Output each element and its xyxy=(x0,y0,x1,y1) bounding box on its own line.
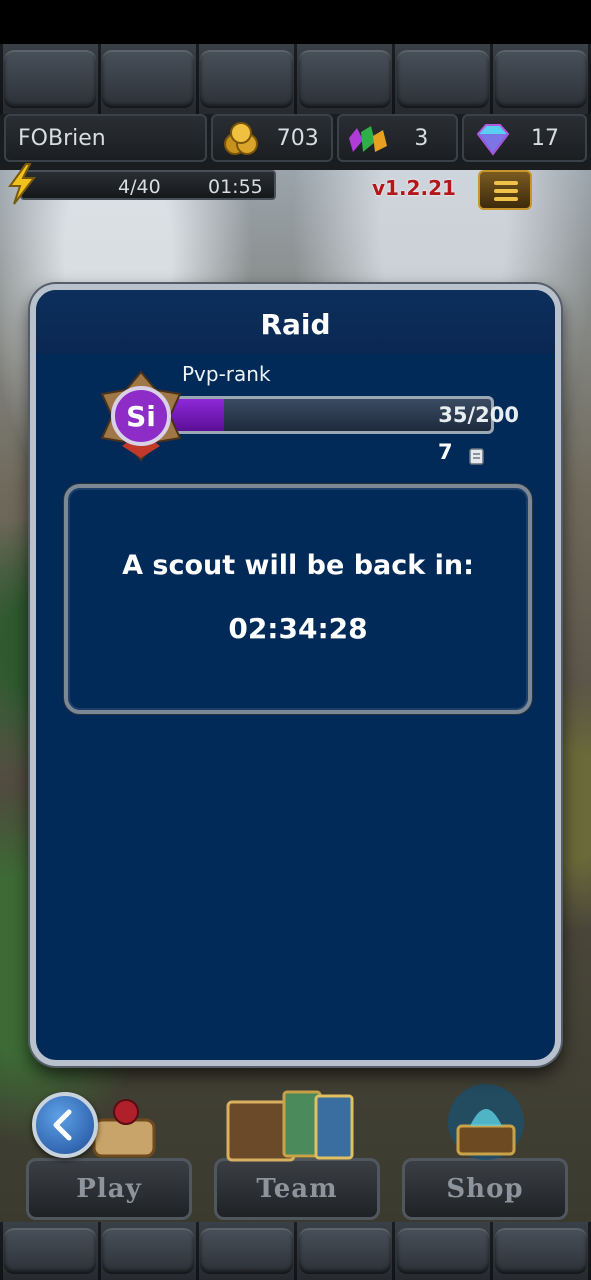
gems-counter[interactable]: 3 xyxy=(336,114,459,162)
scout-status-panel: A scout will be back in: 02:34:28 xyxy=(64,484,532,714)
diamond-icon xyxy=(477,124,510,156)
stone-wall-top xyxy=(0,44,591,114)
chevron-left-icon xyxy=(53,1109,72,1141)
raid-tickets-count: 7 xyxy=(438,440,453,464)
cards-icon xyxy=(226,1090,354,1162)
rank-badge-icon: Si xyxy=(100,370,182,462)
diamonds-amount: 17 xyxy=(531,125,560,151)
player-name[interactable]: FOBrien xyxy=(4,114,208,162)
nav-team-button[interactable]: Team xyxy=(214,1158,380,1220)
gems-icon xyxy=(348,126,387,152)
energy-timer: 01:55 xyxy=(208,176,263,198)
version-label: v1.2.21 xyxy=(372,176,456,200)
top-hud: FOBrien 703 3 17 xyxy=(4,114,588,164)
scout-countdown-timer: 02:34:28 xyxy=(228,612,368,645)
lightning-bolt-icon xyxy=(8,163,37,205)
pvp-rank-label: Pvp-rank xyxy=(182,362,271,386)
gold-coins-icon xyxy=(224,122,259,155)
stone-wall-bottom xyxy=(0,1222,591,1280)
status-bar xyxy=(0,0,591,44)
gems-amount: 3 xyxy=(414,125,429,151)
energy-row: 4/40 01:55 v1.2.21 xyxy=(0,163,591,210)
scroll-map-icon xyxy=(92,1099,156,1158)
shop-chest-icon xyxy=(448,1084,524,1160)
back-button[interactable] xyxy=(32,1092,98,1158)
energy-count: 4/40 xyxy=(118,176,161,198)
energy-bar[interactable]: 4/40 01:55 xyxy=(20,170,276,200)
main-menu-button[interactable] xyxy=(478,170,532,210)
scout-message: A scout will be back in: xyxy=(122,550,474,581)
raid-dialog: Raid Pvp-rank 35/200 Si 7 A scout will b… xyxy=(30,284,561,1066)
pvp-rank-progress-text: 35/200 xyxy=(438,403,519,427)
gold-amount: 703 xyxy=(276,125,319,151)
menu-icon xyxy=(494,181,518,185)
dialog-title: Raid xyxy=(260,308,331,341)
diamonds-counter[interactable]: 17 xyxy=(462,114,588,162)
ticket-icon xyxy=(469,448,484,465)
rank-badge-text: Si xyxy=(126,400,156,433)
gold-counter[interactable]: 703 xyxy=(211,114,333,162)
